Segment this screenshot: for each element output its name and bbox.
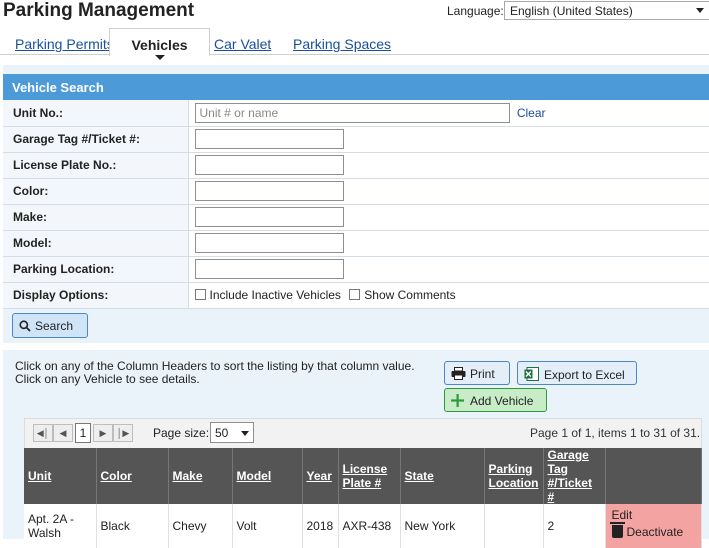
edit-link[interactable]: Edit xyxy=(612,508,633,522)
color-input[interactable] xyxy=(194,181,344,201)
excel-icon xyxy=(524,367,539,381)
sort-hint-text: Click on any of the Column Headers to so… xyxy=(15,359,415,386)
cell-unit: Apt. 2A - Walsh xyxy=(24,504,97,548)
license-plate-label: License Plate No.: xyxy=(3,152,189,179)
deactivate-label: Deactivate xyxy=(626,525,684,539)
display-options-label: Display Options: xyxy=(3,282,189,309)
page-size-select[interactable]: 50 xyxy=(210,422,254,443)
cell-parking-location xyxy=(484,504,544,548)
include-inactive-checkbox[interactable] xyxy=(194,289,206,300)
language-select[interactable]: English (United States) xyxy=(504,1,709,20)
page-size-value: 50 xyxy=(215,426,229,440)
tab-vehicles-label: Vehicles xyxy=(131,37,188,53)
garage-tag-label: Garage Tag #/Ticket #: xyxy=(3,126,189,153)
include-inactive-label[interactable]: Include Inactive Vehicles xyxy=(210,288,341,302)
prev-page-icon[interactable]: ◀ xyxy=(53,424,73,442)
cell-garage-tag: 2 xyxy=(543,504,606,548)
add-vehicle-button-label: Add Vehicle xyxy=(470,394,534,408)
printer-icon xyxy=(451,367,466,380)
column-header-garage-tag[interactable]: Garage Tag #/Ticket # xyxy=(543,448,606,504)
column-header-actions xyxy=(605,448,702,504)
tab-car-valet[interactable]: Car Valet xyxy=(214,36,271,52)
vehicle-search-header: Vehicle Search xyxy=(3,74,709,100)
vehicles-table: Unit Color Make Model Year License Plate… xyxy=(24,448,702,548)
color-label: Color: xyxy=(3,178,189,205)
search-icon xyxy=(19,320,31,332)
next-page-icon[interactable]: ▶ xyxy=(93,424,113,442)
model-input[interactable] xyxy=(194,233,344,253)
column-header-make[interactable]: Make xyxy=(168,448,233,504)
make-label: Make: xyxy=(3,204,189,231)
export-excel-button-label: Export to Excel xyxy=(544,368,625,382)
parking-location-label: Parking Location: xyxy=(3,256,189,283)
cell-make: Chevy xyxy=(168,504,233,548)
cell-state: New York xyxy=(400,504,485,548)
column-header-state[interactable]: State xyxy=(400,448,485,504)
tab-parking-spaces[interactable]: Parking Spaces xyxy=(293,36,391,52)
table-row[interactable]: Apt. 2A - Walsh Black Chevy Volt 2018 AX… xyxy=(24,504,702,548)
cell-year: 2018 xyxy=(302,504,339,548)
add-vehicle-button[interactable]: Add Vehicle xyxy=(444,388,547,412)
column-header-parking-location[interactable]: Parking Location xyxy=(484,448,544,504)
chevron-down-icon xyxy=(241,431,249,436)
print-button-label: Print xyxy=(470,367,495,381)
model-label: Model: xyxy=(3,230,189,257)
cell-actions: Edit Deactivate xyxy=(605,504,702,548)
cell-color: Black xyxy=(96,504,169,548)
garage-tag-input[interactable] xyxy=(194,129,344,149)
column-header-license-plate[interactable]: License Plate # xyxy=(338,448,401,504)
plus-icon xyxy=(451,394,464,407)
column-header-unit[interactable]: Unit xyxy=(24,448,97,504)
license-plate-input[interactable] xyxy=(194,155,344,175)
unit-input[interactable] xyxy=(194,102,510,123)
column-header-color[interactable]: Color xyxy=(96,448,169,504)
column-header-model[interactable]: Model xyxy=(232,448,303,504)
search-button-label: Search xyxy=(35,319,74,333)
cell-license-plate: AXR-438 xyxy=(338,504,401,548)
caret-down-icon xyxy=(155,55,165,60)
print-button[interactable]: Print xyxy=(444,361,510,385)
vehicle-search-form: Unit No.: Clear Garage Tag #/Ticket #: L… xyxy=(3,100,709,309)
last-page-icon[interactable]: │▶ xyxy=(113,424,133,442)
export-excel-button[interactable]: Export to Excel xyxy=(517,361,637,385)
chevron-down-icon xyxy=(696,8,704,13)
tab-parking-permits[interactable]: Parking Permits xyxy=(15,36,114,52)
tab-bar-divider xyxy=(0,54,709,55)
first-page-icon[interactable]: ◀│ xyxy=(33,424,53,442)
language-label: Language: xyxy=(447,4,504,18)
show-comments-label[interactable]: Show Comments xyxy=(364,288,455,302)
cell-model: Volt xyxy=(232,504,303,548)
language-selected-value: English (United States) xyxy=(510,4,633,18)
search-button[interactable]: Search xyxy=(12,313,88,338)
page-info-text: Page 1 of 1, items 1 to 31 of 31. xyxy=(530,426,701,440)
show-comments-checkbox[interactable] xyxy=(349,289,361,300)
unit-label: Unit No.: xyxy=(3,100,189,127)
clear-link[interactable]: Clear xyxy=(517,106,546,120)
parking-location-input[interactable] xyxy=(194,259,344,279)
trash-icon xyxy=(609,522,625,538)
column-header-year[interactable]: Year xyxy=(302,448,339,504)
deactivate-button[interactable]: Deactivate xyxy=(609,522,695,539)
page-size-label: Page size: xyxy=(153,426,210,440)
current-page-number[interactable]: 1 xyxy=(75,423,91,443)
make-input[interactable] xyxy=(194,207,344,227)
tab-vehicles[interactable]: Vehicles xyxy=(109,28,210,60)
app-title: Parking Management xyxy=(3,0,195,21)
